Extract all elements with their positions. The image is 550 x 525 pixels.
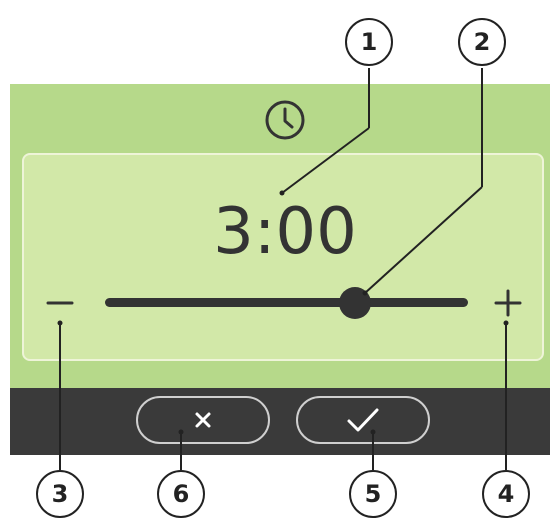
time-display: 3:00 [213,195,357,269]
bottom-bar [10,388,550,455]
callout-6: 6 [157,470,205,518]
callout-1: 1 [345,18,393,66]
callout-3: 3 [36,470,84,518]
callout-4: 4 [482,470,530,518]
increase-button[interactable] [488,282,528,322]
clock-icon [262,97,308,143]
decrease-button[interactable] [40,282,80,322]
plus-icon [494,289,522,317]
cancel-button[interactable] [136,396,270,444]
callout-5: 5 [349,470,397,518]
close-icon [195,412,211,428]
callout-2: 2 [458,18,506,66]
minus-icon [46,301,74,305]
slider-track[interactable] [105,298,468,307]
confirm-button[interactable] [296,396,430,444]
checkmark-icon [347,408,379,432]
